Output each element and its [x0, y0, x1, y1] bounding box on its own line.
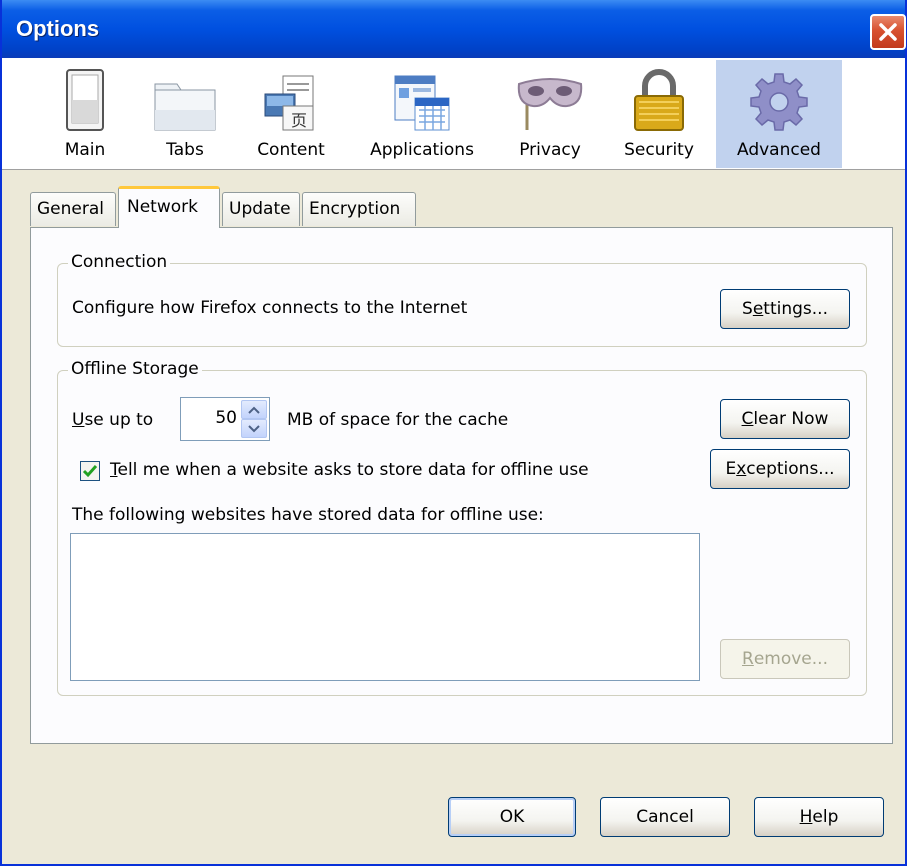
gear-icon: [750, 73, 808, 131]
cache-size-spinner[interactable]: 50: [180, 397, 270, 441]
tab-update[interactable]: Update: [222, 192, 300, 226]
pane-label-applications: Applications: [370, 140, 474, 160]
options-window: Options Main Tabs 页 Content Applications…: [0, 0, 907, 866]
connection-description: Configure how Firefox connects to the In…: [72, 298, 468, 318]
help-accel: H: [799, 807, 813, 827]
ok-button[interactable]: OK: [448, 797, 576, 837]
svg-text:页: 页: [291, 111, 307, 130]
clear-now-accel: C: [741, 409, 754, 429]
tab-encryption[interactable]: Encryption: [302, 192, 416, 226]
connection-group-title: Connection: [68, 252, 171, 272]
settings-button[interactable]: Se ttings...: [720, 289, 850, 329]
network-panel: Connection Configure how Firefox connect…: [30, 227, 893, 744]
pane-label-tabs: Tabs: [166, 140, 204, 160]
main-icon: [66, 69, 104, 131]
remove-accel: R: [742, 649, 754, 669]
tab-general[interactable]: General: [30, 192, 116, 226]
tell-me-accel: T: [110, 460, 118, 480]
use-up-to-accel: U: [72, 410, 85, 430]
use-up-to-label: Use up to: [72, 410, 153, 430]
pane-main[interactable]: Main: [50, 60, 120, 168]
tabs-icon: [154, 83, 216, 131]
connection-group: Connection Configure how Firefox connect…: [57, 252, 867, 347]
help-post: elp: [812, 807, 839, 827]
window-title: Options: [16, 16, 100, 41]
remove-post: emove...: [753, 649, 828, 669]
exceptions-accel: x: [736, 459, 747, 479]
exceptions-button[interactable]: Ex ceptions...: [710, 449, 850, 489]
cache-suffix-label: MB of space for the cache: [287, 410, 509, 430]
pane-applications[interactable]: Applications: [360, 60, 484, 168]
stored-sites-list[interactable]: [70, 533, 700, 681]
pane-label-content: Content: [257, 140, 325, 160]
use-up-to-post: se up to: [84, 410, 154, 430]
clear-now-post: lear Now: [753, 409, 829, 429]
settings-label-accel: e: [752, 299, 764, 319]
help-button[interactable]: Help: [754, 797, 884, 837]
tell-me-checkbox[interactable]: [80, 461, 100, 481]
close-icon: [879, 23, 897, 41]
spin-down-button[interactable]: [241, 419, 267, 438]
applications-icon: [394, 75, 450, 131]
tell-me-post: ell me when a website asks to store data…: [117, 460, 589, 480]
tab-network[interactable]: Network: [118, 186, 220, 228]
chevron-down-icon: [248, 424, 260, 432]
tell-me-label[interactable]: Tell me when a website asks to store dat…: [110, 460, 589, 480]
pane-content[interactable]: 页 Content: [246, 60, 336, 168]
pane-label-main: Main: [64, 140, 106, 160]
cancel-button[interactable]: Cancel: [600, 797, 730, 837]
cache-size-value: 50: [215, 408, 237, 428]
pane-label-privacy: Privacy: [519, 140, 581, 160]
pane-privacy[interactable]: Privacy: [506, 60, 594, 168]
pane-tabs[interactable]: Tabs: [150, 60, 220, 168]
pane-security[interactable]: Security: [614, 60, 704, 168]
clear-now-button[interactable]: Clear Now: [720, 399, 850, 439]
offline-storage-group-title: Offline Storage: [68, 359, 202, 379]
pane-label-advanced: Advanced: [737, 140, 821, 160]
stored-sites-label: The following websites have stored data …: [72, 505, 544, 525]
exceptions-post: ceptions...: [746, 459, 835, 479]
exceptions-pre: E: [725, 459, 737, 479]
remove-button[interactable]: Remove...: [720, 639, 850, 679]
padlock-icon: [634, 69, 684, 131]
settings-label-post: ttings...: [763, 299, 828, 319]
offline-storage-group: Offline Storage Use up to 50 MB of space…: [57, 359, 867, 696]
pane-advanced[interactable]: Advanced: [716, 60, 842, 168]
chevron-up-icon: [248, 406, 260, 414]
spin-up-button[interactable]: [241, 400, 267, 419]
pane-toolbar: Main Tabs 页 Content Applications Privacy…: [2, 58, 905, 170]
title-bar[interactable]: Options: [2, 0, 906, 58]
close-button[interactable]: [870, 14, 906, 50]
privacy-mask-icon: [517, 78, 583, 130]
pane-label-security: Security: [624, 140, 694, 160]
settings-label-pre: S: [742, 299, 753, 319]
content-icon: 页: [264, 75, 314, 131]
checkmark-icon: [82, 465, 98, 478]
